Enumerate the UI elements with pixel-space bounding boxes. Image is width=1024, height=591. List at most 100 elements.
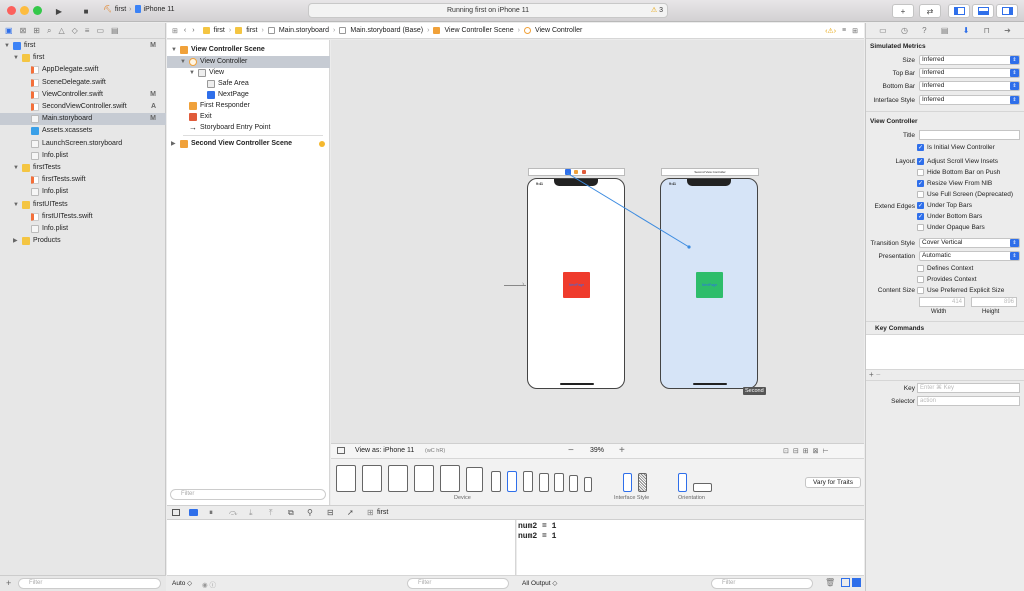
add-key-command-icon[interactable]: + −	[869, 370, 881, 379]
close-window-button[interactable]	[7, 6, 16, 15]
issue-warning-icon[interactable]: ‹⚠›	[825, 27, 836, 35]
navigator-item[interactable]: ViewController.swift M	[0, 89, 166, 101]
navigator-item[interactable]: ▼ first	[0, 52, 166, 64]
device-option-icon[interactable]	[440, 465, 460, 492]
debug-icon[interactable]: ≡	[85, 26, 90, 35]
memory-graph-icon[interactable]: ⚲	[307, 508, 313, 517]
outline-item[interactable]: ▶ Second View Controller Scene	[167, 138, 330, 150]
history-icon[interactable]: ◷	[901, 26, 908, 35]
folder-icon[interactable]: ▣	[5, 26, 13, 35]
device-option-icon[interactable]	[388, 465, 408, 492]
size-select[interactable]: Inferred ⇕	[919, 55, 1020, 65]
scheme-selector[interactable]: ⛏ first › iPhone 11	[103, 5, 175, 13]
under-opaque-checkbox[interactable]: Under Opaque Bars	[917, 224, 985, 231]
disclosure-icon[interactable]: ▼	[13, 162, 19, 174]
vary-for-traits-button[interactable]: Vary for Traits	[805, 477, 861, 488]
presentation-select[interactable]: Automatic ⇕	[919, 251, 1020, 261]
device-option-icon[interactable]	[584, 477, 592, 492]
zoom-window-button[interactable]	[33, 6, 42, 15]
warning-badge[interactable]: ⚠ 3	[651, 4, 663, 17]
step-out-icon[interactable]: ⤒	[269, 508, 273, 518]
under-top-checkbox[interactable]: ✓ Under Top Bars	[917, 202, 972, 209]
interface-style-select[interactable]: Inferred ⇕	[919, 95, 1020, 105]
run-button[interactable]: ▶	[49, 4, 69, 18]
source-control-icon[interactable]: ⊠	[20, 26, 27, 35]
related-items-icon[interactable]: ⊞	[172, 27, 178, 35]
height-field[interactable]: 896	[971, 297, 1017, 307]
environment-icon[interactable]: ⊟	[327, 508, 334, 517]
editor-options-icon[interactable]: ≡	[842, 27, 846, 35]
resize-nib-checkbox[interactable]: ✓ Resize View From NIB	[917, 180, 992, 187]
hide-bottom-bar-checkbox[interactable]: Hide Bottom Bar on Push	[917, 169, 1000, 176]
identity-icon[interactable]: ▤	[941, 26, 949, 35]
landscape-icon[interactable]	[693, 483, 712, 492]
navigator-item[interactable]: ▶ Products	[0, 235, 166, 247]
split-left-icon[interactable]	[841, 578, 850, 587]
trash-icon[interactable]: 🗑	[825, 578, 835, 587]
device-option-icon[interactable]	[491, 471, 501, 492]
navigator-item[interactable]: Info.plist	[0, 223, 166, 235]
navigator-item[interactable]: Assets.xcassets	[0, 125, 166, 137]
library-button[interactable]: +	[892, 4, 914, 18]
forward-icon[interactable]: ›	[192, 27, 194, 34]
symbol-icon[interactable]: ⊞	[33, 26, 40, 35]
initial-vc-checkbox[interactable]: ✓ Is Initial View Controller	[917, 144, 995, 151]
connections-icon[interactable]: ➜	[1004, 26, 1011, 35]
code-review-button[interactable]: ⇄	[919, 4, 941, 18]
add-file-icon[interactable]: +	[6, 578, 11, 588]
device-option-icon[interactable]	[336, 465, 356, 492]
adjust-insets-checkbox[interactable]: ✓ Adjust Scroll View Insets	[917, 158, 998, 165]
disclosure-icon[interactable]: ▼	[171, 44, 177, 56]
portrait-icon[interactable]	[678, 473, 687, 492]
breadcrumb-item[interactable]: Main.storyboard	[279, 27, 329, 34]
location-icon[interactable]: ➚	[347, 508, 354, 517]
navigator-filter-input[interactable]: Filter	[18, 578, 161, 589]
breakpoint-icon[interactable]: ▭	[96, 26, 104, 35]
title-field[interactable]	[919, 130, 1020, 140]
issue-icon[interactable]: △	[58, 26, 64, 35]
file-inspector-icon[interactable]: ▭	[879, 26, 887, 35]
hide-debug-icon[interactable]	[172, 509, 180, 516]
transition-style-select[interactable]: Cover Vertical ⇕	[919, 238, 1020, 248]
navigator-item[interactable]: LaunchScreen.storyboard	[0, 138, 166, 150]
device-option-icon[interactable]	[362, 465, 382, 492]
eye-icon[interactable]: ◉ ⓘ	[202, 579, 216, 589]
outline-item[interactable]: ▼ View Controller Scene	[167, 44, 330, 56]
test-icon[interactable]: ◇	[72, 26, 78, 35]
device-option-icon[interactable]	[554, 473, 564, 492]
toggle-debug-button[interactable]	[972, 4, 994, 18]
light-style-icon[interactable]	[623, 473, 632, 492]
provides-context-checkbox[interactable]: Provides Context	[917, 276, 977, 283]
layout-tools-icons[interactable]: ⊡⊟⊞⊠⊢	[783, 447, 833, 455]
output-selector[interactable]: All Output ◇	[522, 579, 557, 587]
toggle-inspector-button[interactable]	[996, 4, 1018, 18]
disclosure-icon[interactable]: ▼	[13, 199, 19, 211]
navigator-item[interactable]: ▼ first M	[0, 40, 166, 52]
navigator-item[interactable]: AppDelegate.swift	[0, 64, 166, 76]
selector-field[interactable]: action	[917, 396, 1020, 406]
navigator-item[interactable]: ▼ firstTests	[0, 162, 166, 174]
device-option-icon[interactable]	[414, 465, 434, 492]
navigator-item[interactable]: Info.plist	[0, 150, 166, 162]
storyboard-canvas[interactable]: 9:41 NextPage › Second View Controller 9…	[331, 40, 864, 443]
breadcrumb-item[interactable]: View Controller	[535, 27, 582, 34]
disclosure-icon[interactable]: ▶	[171, 138, 176, 150]
navigator-item[interactable]: Info.plist	[0, 186, 166, 198]
add-editor-icon[interactable]: ⊞	[852, 27, 858, 35]
disclosure-icon[interactable]: ▶	[13, 235, 18, 247]
device-option-icon[interactable]	[523, 471, 533, 492]
size-icon[interactable]: ⊓	[984, 26, 990, 35]
stop-button[interactable]: ■	[76, 4, 96, 18]
navigator-item[interactable]: Main.storyboard M	[0, 113, 166, 126]
outline-item[interactable]: → Storyboard Entry Point	[167, 122, 330, 134]
segue-connection[interactable]	[331, 40, 864, 443]
minimize-window-button[interactable]	[20, 6, 29, 15]
breadcrumb-item[interactable]: Main.storyboard (Base)	[350, 27, 423, 34]
report-icon[interactable]: ▤	[111, 26, 119, 35]
width-field[interactable]: 414	[919, 297, 965, 307]
top-bar-select[interactable]: Inferred ⇕	[919, 68, 1020, 78]
device-option-icon[interactable]	[507, 471, 517, 492]
breakpoint-toggle-icon[interactable]	[189, 509, 198, 516]
full-screen-checkbox[interactable]: Use Full Screen (Deprecated)	[917, 191, 1013, 198]
disclosure-icon[interactable]: ▼	[4, 40, 10, 52]
